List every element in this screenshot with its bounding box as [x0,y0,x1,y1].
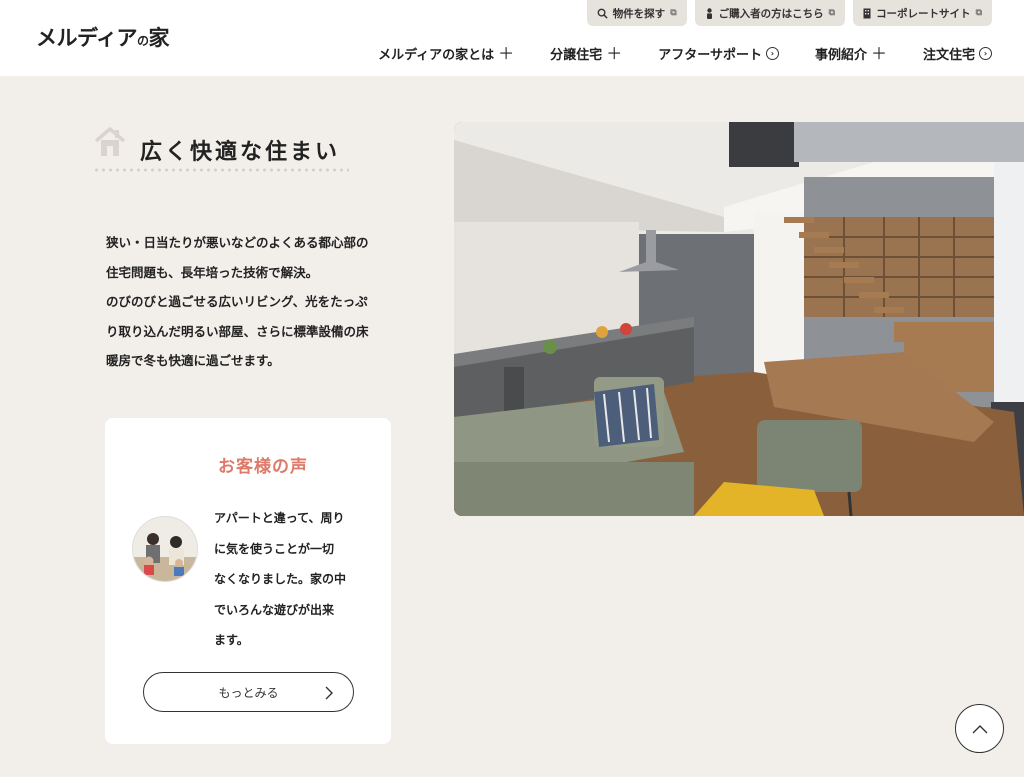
nav-item-about[interactable]: メルディアの家とは ＋ [378,44,514,63]
living-room-photo [454,122,1024,516]
voice-line: アパートと違って、周り [214,511,345,525]
person-icon [706,7,712,19]
purchaser-label: ご購入者の方はこちら [718,7,824,20]
lead-line: 狭い・日当たりが悪いなどのよくある都心部の [106,235,369,250]
nav-item-label: 分譲住宅 [550,48,603,63]
corporate-site-label: コーポレートサイト [876,7,971,20]
logo-text-main: メルディア [36,26,138,50]
voice-line: ます。 [214,633,249,647]
chevron-right-icon [325,686,333,700]
more-button-label: もっとみる [218,685,279,700]
voice-line: でいろんな遊びが出来 [214,602,335,617]
nav-item-cases[interactable]: 事例紹介 ＋ [815,44,887,63]
logo-text-no: の [137,34,149,48]
plus-icon: ＋ [606,43,623,63]
lead-line: 住宅問題も、長年培った技術で解決。 [106,264,319,280]
customer-voice-title: お客様の声 [218,457,308,477]
nav-item-label: アフターサポート [658,48,762,63]
nav-item-label: 注文住宅 [922,48,975,63]
nav-item-after-support[interactable]: アフターサポート › [658,44,779,63]
site-header: メルディアの家 物件を探す ⧉ ご購入者の方はこちら ⧉ コーポレートサイト ⧉… [0,0,1024,76]
voice-line: なくなりました。家の中 [214,572,347,586]
section-title: 広く快適な住まい [140,140,341,165]
building-icon [863,8,871,18]
customer-voice-text: アパートと違って、周り に気を使うことが一切 なくなりました。家の中 でいろんな… [214,503,370,656]
back-to-top-button[interactable] [955,704,1004,753]
lead-line: のびのびと過ごせる広いリビング、光をたっぷ [106,294,368,309]
purchaser-link[interactable]: ご購入者の方はこちら ⧉ [694,0,846,26]
customer-avatar [132,516,198,582]
global-nav: メルディアの家とは ＋ 分譲住宅 ＋ アフターサポート › 事例紹介 ＋ 注文住… [342,44,992,63]
customer-voice-card: お客様の声 アパートと違って、周り に気を使うことが一切 なくなりました。家の中… [105,418,391,744]
section-lead: 狭い・日当たりが悪いなどのよくある都心部の 住宅問題も、長年培った技術で解決。 … [106,228,406,376]
house-icon [94,127,126,156]
search-property-label: 物件を探す [612,7,666,20]
dotted-divider [93,168,349,172]
search-property-link[interactable]: 物件を探す ⧉ [586,0,687,26]
external-link-icon: ⧉ [975,8,982,18]
nav-item-custom-home[interactable]: 注文住宅 › [923,44,992,63]
circle-arrow-icon: › [979,47,992,60]
external-link-icon: ⧉ [670,8,677,18]
nav-item-label: 事例紹介 [814,48,867,63]
family-photo-illustration [133,517,197,581]
more-button[interactable]: もっとみる [143,672,354,712]
lead-line: 暖房で冬も快適に過ごせます。 [106,353,280,368]
living-room-illustration [454,122,1024,516]
circle-arrow-icon: › [765,47,779,60]
chevron-up-icon [972,724,987,733]
plus-icon: ＋ [870,43,887,63]
voice-line: に気を使うことが一切 [214,541,335,556]
corporate-site-link[interactable]: コーポレートサイト ⧉ [853,0,992,26]
nav-item-label: メルディアの家とは [378,48,495,63]
nav-item-ready-built[interactable]: 分譲住宅 ＋ [550,44,622,63]
search-icon [597,8,608,19]
logo-text-end: 家 [148,26,170,50]
external-link-icon: ⧉ [828,8,836,18]
plus-icon: ＋ [498,43,515,63]
lead-line: り取り込んだ明るい部屋、さらに標準設備の床 [106,323,369,339]
utility-links: 物件を探す ⧉ ご購入者の方はこちら ⧉ コーポレートサイト ⧉ [586,0,992,26]
site-logo[interactable]: メルディアの家 [36,22,170,52]
